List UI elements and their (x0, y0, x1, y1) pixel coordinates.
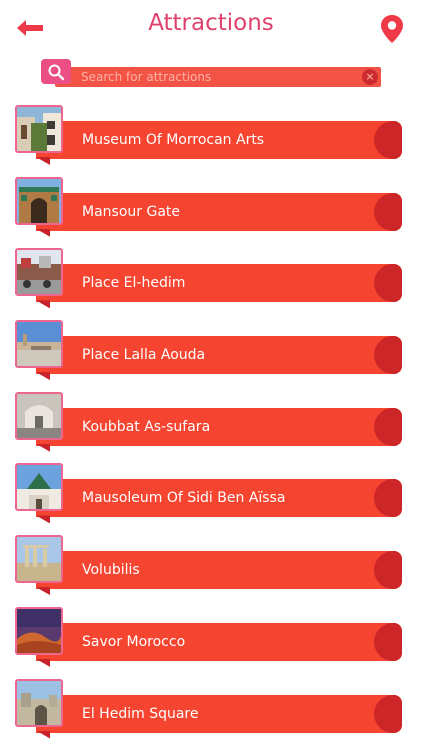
list-item[interactable]: Savor Morocco (0, 602, 422, 674)
row-tail (36, 157, 50, 165)
ruins-photo (15, 535, 63, 584)
search-icon (48, 64, 65, 80)
list-item[interactable]: El Hedim Square (0, 674, 422, 746)
plaza-photo (15, 320, 63, 369)
map-pin-icon (381, 15, 403, 43)
list-item[interactable]: Mausoleum Of Sidi Ben Aïssa (0, 458, 422, 530)
town-photo (15, 678, 63, 727)
row-tab (374, 192, 402, 231)
list-item[interactable]: Volubilis (0, 530, 422, 602)
row-tab (374, 551, 402, 590)
mausoleum-photo (15, 463, 63, 512)
page-title: Attractions (148, 10, 274, 36)
attraction-name: Mansour Gate (82, 203, 180, 220)
list-item[interactable]: Place El-hedim (0, 243, 422, 315)
attraction-name: Volubilis (82, 562, 140, 579)
header: Attractions (0, 0, 422, 56)
attraction-name: El Hedim Square (82, 705, 199, 722)
desert-photo (15, 606, 63, 655)
gate-photo (15, 176, 63, 225)
search-button[interactable] (41, 59, 71, 84)
search-bar: × (55, 67, 381, 87)
list-item[interactable]: Koubbat As-sufara (0, 387, 422, 459)
attraction-name: Place Lalla Aouda (82, 347, 206, 364)
attraction-name: Savor Morocco (82, 633, 186, 650)
list-item[interactable]: Place Lalla Aouda (0, 315, 422, 387)
row-tab (374, 121, 402, 159)
app-screen: Attractions × (0, 0, 422, 750)
attraction-name: Museum Of Morrocan Arts (82, 132, 265, 148)
attraction-name: Place El-hedim (82, 275, 186, 292)
row-tab (374, 622, 402, 661)
museum-photo (15, 105, 63, 153)
row-tab (374, 336, 402, 375)
list-item[interactable]: Mansour Gate (0, 172, 422, 244)
map-button[interactable] (380, 14, 404, 44)
interior-photo (15, 391, 63, 440)
search-box: × (41, 59, 381, 89)
row-tail (36, 228, 50, 237)
square-photo (15, 248, 63, 297)
row-tab (374, 407, 402, 446)
row-tab (374, 264, 402, 303)
attraction-name: Mausoleum Of Sidi Ben Aïssa (82, 490, 286, 507)
attraction-name: Koubbat As-sufara (82, 418, 211, 435)
search-input[interactable] (81, 67, 351, 87)
clear-icon[interactable]: × (362, 69, 378, 85)
row-tab (374, 479, 402, 518)
row-tab (374, 694, 402, 733)
attractions-list: Museum Of Morrocan Arts Mansour Gate Pla… (0, 100, 422, 745)
list-item[interactable]: Museum Of Morrocan Arts (0, 100, 422, 172)
